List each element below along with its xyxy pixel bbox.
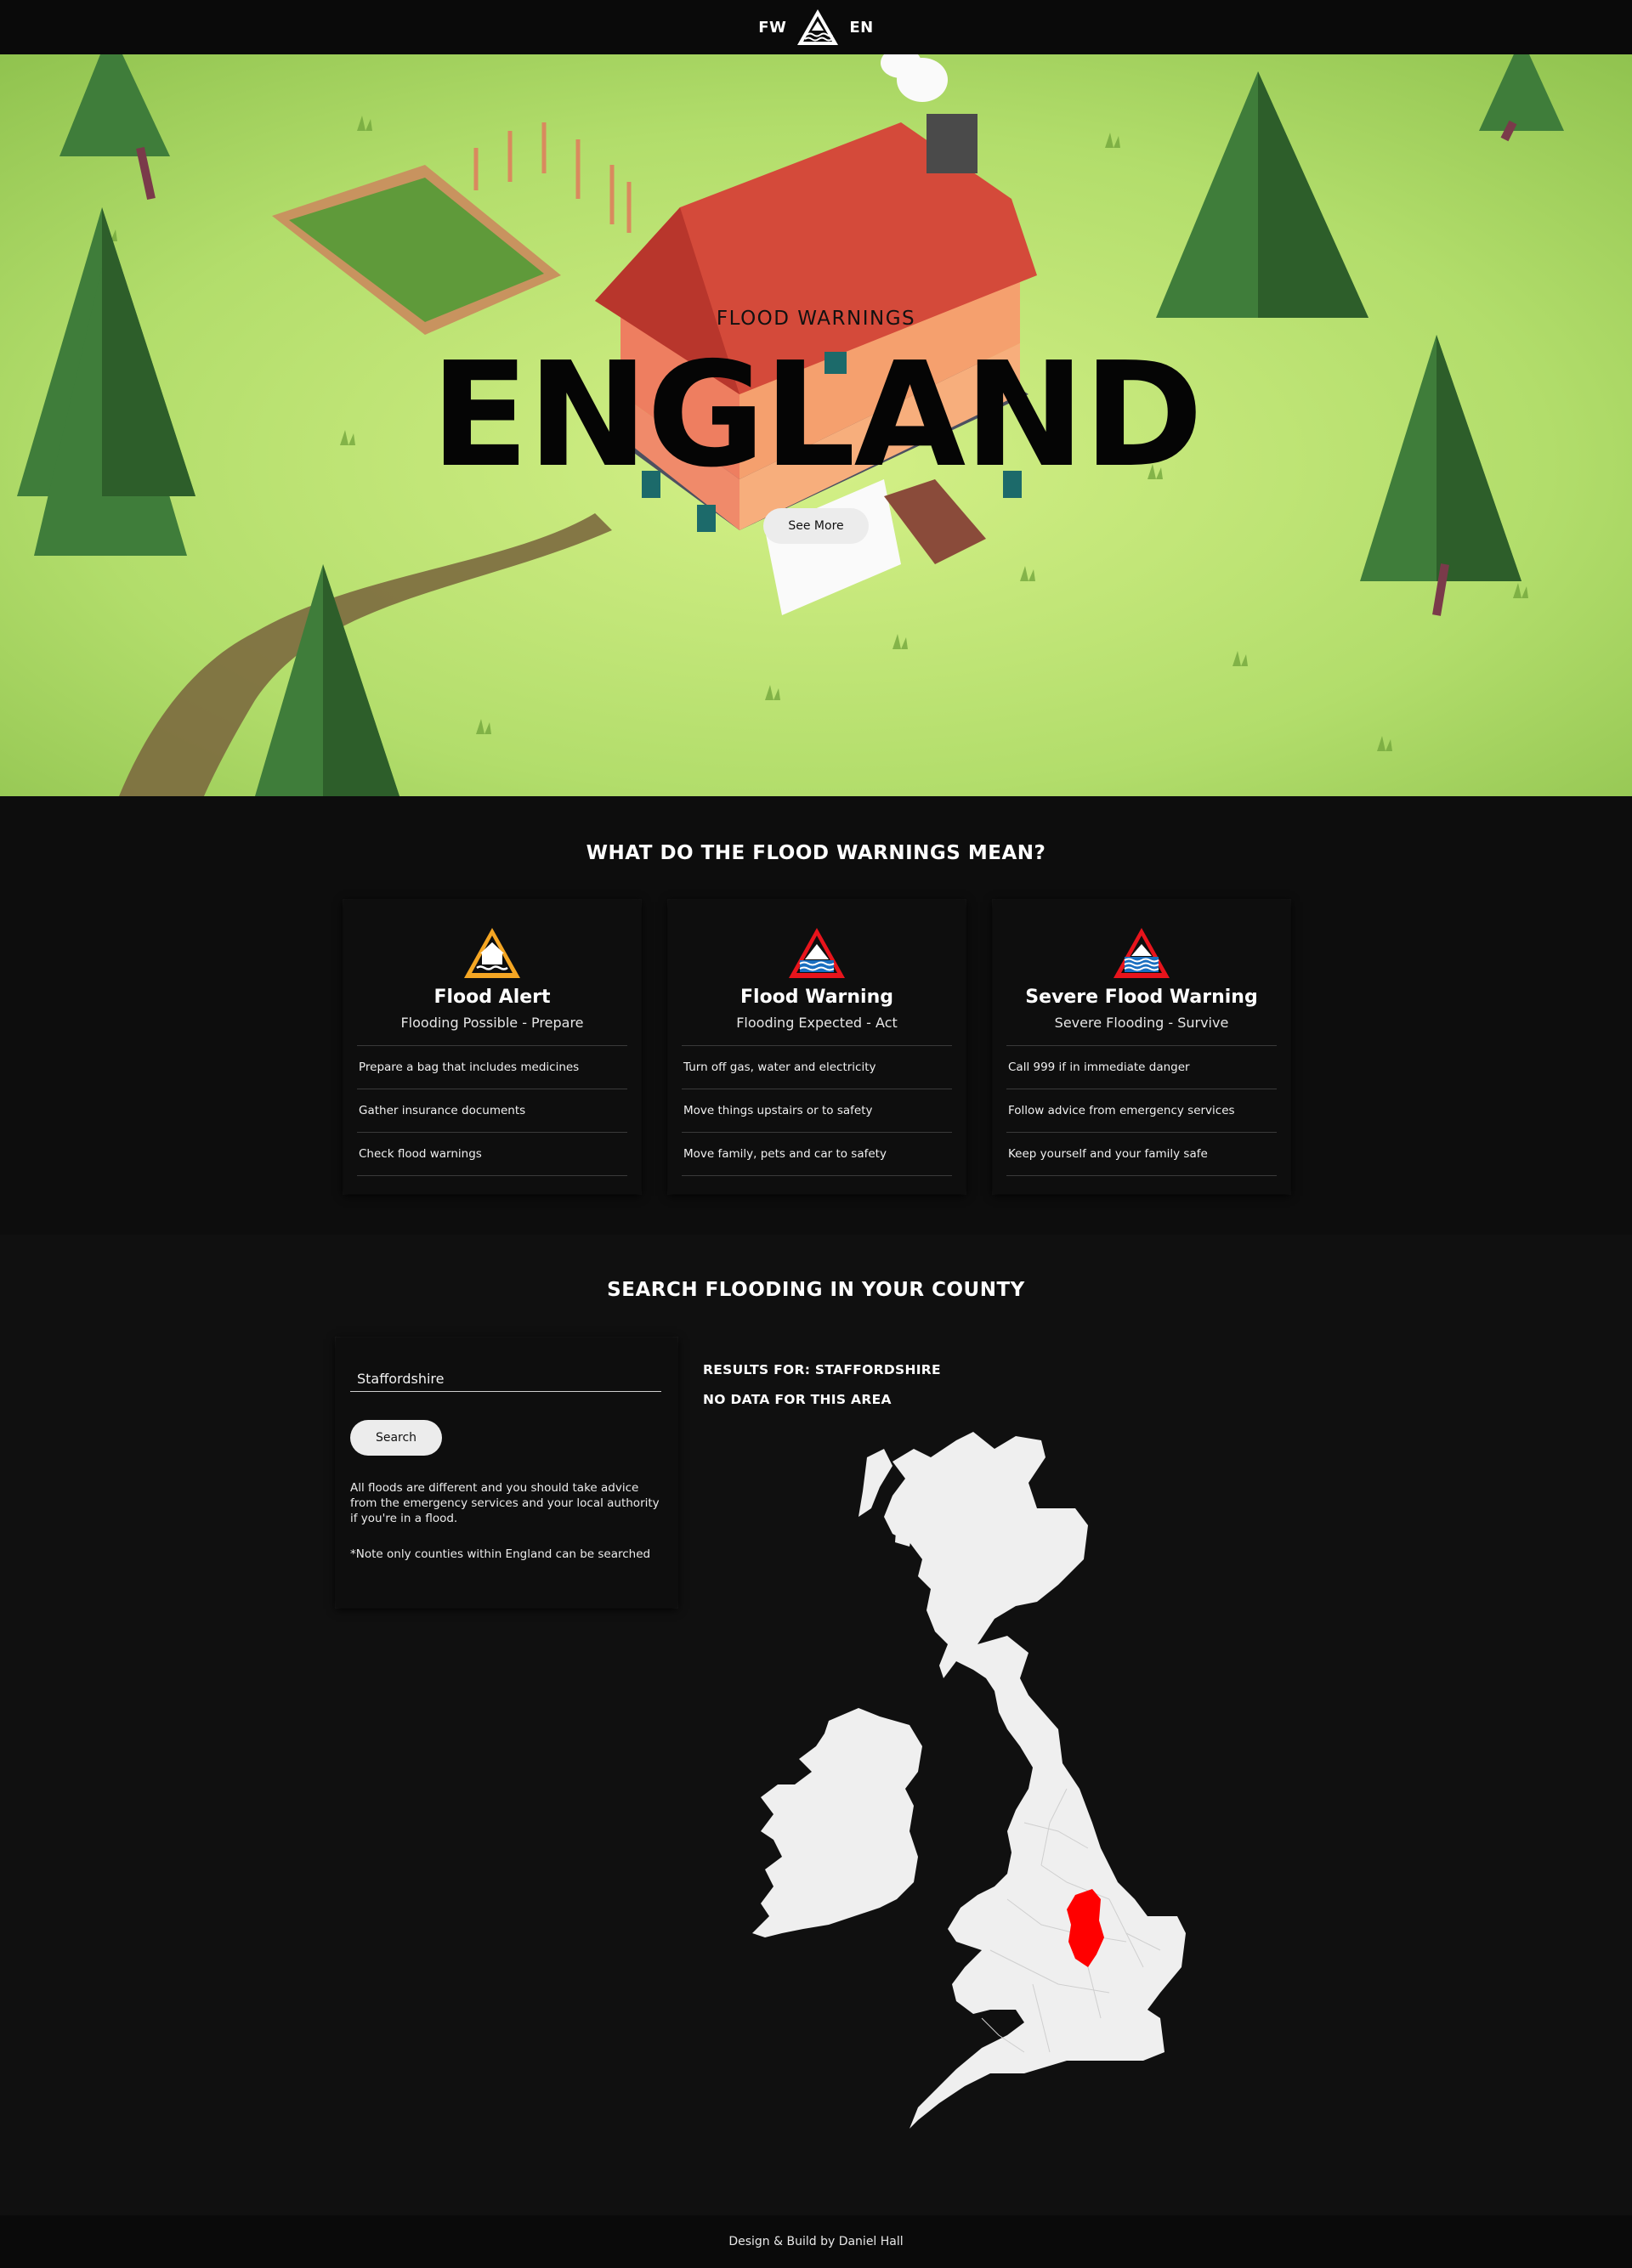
footer-credit: Design & Build by Daniel Hall <box>728 2235 904 2248</box>
county-search-input[interactable] <box>350 1366 661 1392</box>
ireland-landmass <box>752 1708 922 1937</box>
search-button[interactable]: Search <box>350 1420 442 1456</box>
england-only-note: *Note only counties within England can b… <box>350 1547 651 1561</box>
card-title: Flood Alert <box>434 987 551 1008</box>
card-subtitle: Severe Flooding - Survive <box>1054 1015 1229 1031</box>
advice-text: All floods are different and you should … <box>350 1481 660 1525</box>
brand-fw-text: FW <box>758 18 787 37</box>
list-item: Prepare a bag that includes medicines <box>357 1046 627 1089</box>
language-en-text[interactable]: EN <box>849 19 873 37</box>
list-item: Keep yourself and your family safe <box>1006 1133 1277 1176</box>
list-item: Move things upstairs or to safety <box>682 1089 952 1133</box>
card-advice-list: Turn off gas, water and electricity Move… <box>682 1045 952 1176</box>
top-nav: FW EN <box>0 0 1632 54</box>
great-britain-landmass <box>884 1432 1186 2129</box>
card-subtitle: Flooding Possible - Prepare <box>400 1015 584 1031</box>
no-data-label: NO DATA FOR THIS AREA <box>703 1392 892 1407</box>
list-item: Turn off gas, water and electricity <box>682 1046 952 1089</box>
hero-kicker: FLOOD WARNINGS <box>716 308 916 330</box>
list-item: Call 999 if in immediate danger <box>1006 1046 1277 1089</box>
card-subtitle: Flooding Expected - Act <box>736 1015 898 1031</box>
card-title: Flood Warning <box>740 987 893 1008</box>
hebrides-landmass <box>858 1449 892 1517</box>
county-search-section: SEARCH FLOODING IN YOUR COUNTY Search Al… <box>0 1235 1632 2215</box>
card-title: Severe Flood Warning <box>1025 987 1258 1008</box>
list-item: Check flood warnings <box>357 1133 627 1176</box>
uk-county-map[interactable] <box>701 1423 1279 2146</box>
flood-alert-icon <box>464 928 520 978</box>
site-footer: Design & Build by Daniel Hall <box>0 2215 1632 2268</box>
card-advice-list: Call 999 if in immediate danger Follow a… <box>1006 1045 1277 1176</box>
flood-warnings-meaning-section: WHAT DO THE FLOOD WARNINGS MEAN? Flood A… <box>0 796 1632 1235</box>
flood-warning-card: Flood Warning Flooding Expected - Act Tu… <box>668 900 966 1194</box>
hero-headline: ENGLAND <box>430 331 1203 500</box>
severe-flood-warning-icon <box>1114 928 1170 978</box>
search-panel: Search All floods are different and you … <box>336 1338 677 1608</box>
flood-warning-icon <box>789 928 845 978</box>
list-item: Gather insurance documents <box>357 1089 627 1133</box>
section-heading: WHAT DO THE FLOOD WARNINGS MEAN? <box>586 842 1046 864</box>
severe-flood-warning-card: Severe Flood Warning Severe Flooding - S… <box>993 900 1290 1194</box>
section-heading: SEARCH FLOODING IN YOUR COUNTY <box>607 1279 1025 1301</box>
list-item: Follow advice from emergency services <box>1006 1089 1277 1133</box>
list-item: Move family, pets and car to safety <box>682 1133 952 1176</box>
hero-banner: FLOOD WARNINGS ENGLAND See More <box>0 54 1632 796</box>
card-advice-list: Prepare a bag that includes medicines Ga… <box>357 1045 627 1176</box>
flood-warning-logo-icon[interactable] <box>795 7 841 48</box>
see-more-button[interactable]: See More <box>763 508 869 544</box>
flood-alert-card: Flood Alert Flooding Possible - Prepare … <box>343 900 641 1194</box>
results-for-label: RESULTS FOR: STAFFORDSHIRE <box>703 1362 941 1377</box>
